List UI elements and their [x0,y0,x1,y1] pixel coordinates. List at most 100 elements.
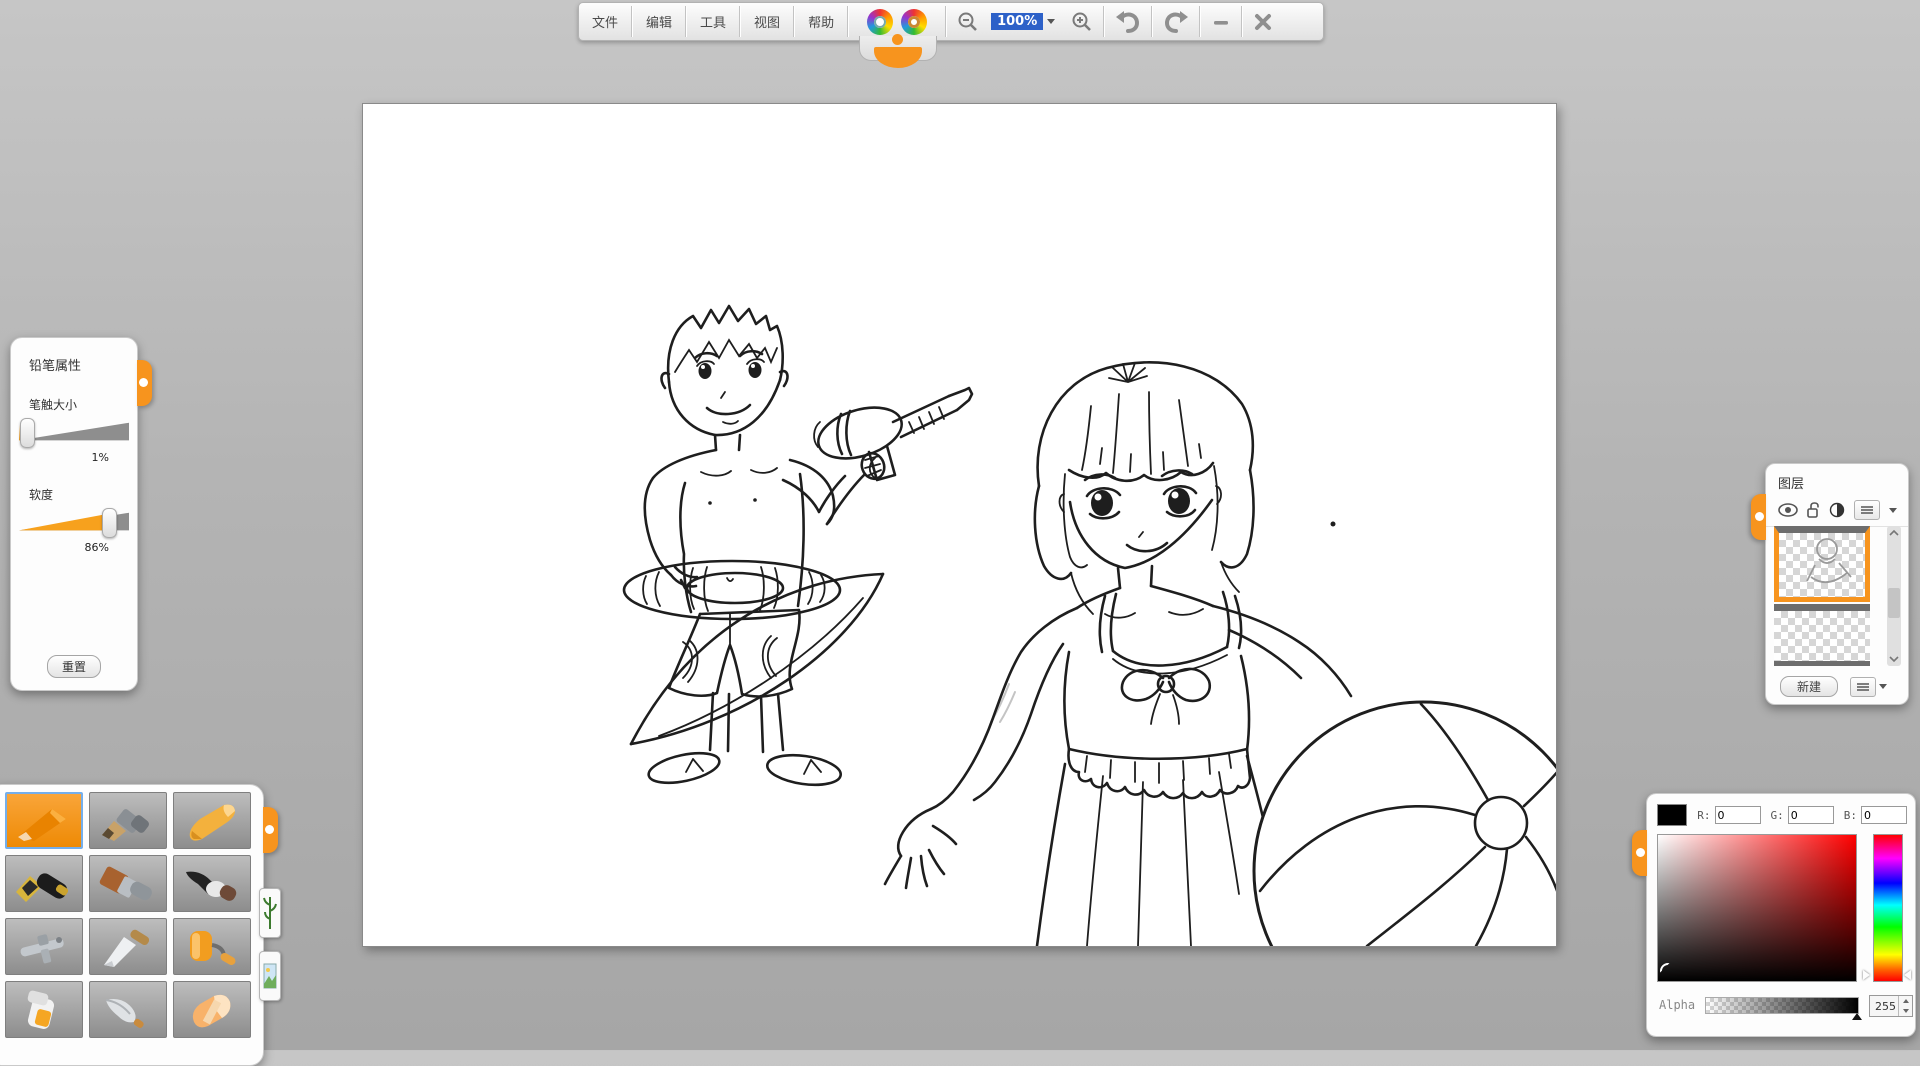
hue-marker-left-icon[interactable] [1863,970,1870,980]
g-input[interactable] [1788,806,1834,824]
layer-menu-caret[interactable] [1889,508,1897,513]
ink-brush-icon [180,862,244,906]
menu-edit[interactable]: 编辑 [633,3,685,40]
tool-airbrush[interactable] [5,918,83,975]
reset-button[interactable]: 重置 [47,655,101,678]
photo-sticker-button[interactable] [259,951,281,1001]
layer-options-button[interactable] [1850,677,1876,697]
slider-knob[interactable] [20,418,35,448]
layer-scrollbar[interactable] [1887,526,1901,666]
zoom-in-button[interactable] [1061,3,1103,40]
tool-paint-roller[interactable] [173,918,251,975]
palette-knife-icon [96,925,160,969]
plant-sticker-button[interactable] [259,888,281,938]
alpha-label: Alpha [1659,998,1695,1012]
panel-handle-icon[interactable] [263,807,278,853]
close-button[interactable] [1243,3,1283,40]
zoom-dropdown-caret[interactable] [1047,19,1055,24]
menu-help[interactable]: 帮助 [795,3,847,40]
tool-eraser[interactable] [173,981,251,1038]
softness-label: 软度 [11,464,137,507]
tool-quill[interactable] [89,981,167,1038]
hue-marker-right-icon[interactable] [1904,970,1911,980]
tool-grid [0,785,263,1038]
redo-icon [1163,10,1189,34]
layer-list [1774,526,1880,666]
panel-handle-icon[interactable] [1751,494,1766,540]
spinner-buttons[interactable] [1898,996,1912,1016]
spin-up-icon[interactable] [1903,999,1909,1003]
layer-item[interactable] [1774,526,1870,602]
pen-nib-icon [12,862,76,906]
saturation-value-picker[interactable] [1657,834,1857,982]
tool-crayon[interactable] [5,792,83,849]
pencil-properties-panel: 铅笔属性 笔触大小 1% 软度 86% 重置 [10,337,138,691]
layer-thumbnail-sketch [1779,533,1865,591]
list-icon [1856,682,1870,692]
layer-blend-icon[interactable] [1829,502,1845,518]
softness-value: 86% [11,537,137,554]
close-icon [1253,12,1273,32]
drawing-canvas[interactable] [362,103,1557,947]
menu-file[interactable]: 文件 [579,3,631,40]
menu-view[interactable]: 视图 [741,3,793,40]
b-label: B: [1844,809,1857,822]
tool-pastel[interactable] [173,792,251,849]
tool-pencil[interactable] [89,792,167,849]
tool-paint-brush[interactable] [89,855,167,912]
r-label: R: [1697,809,1710,822]
eraser-icon [180,988,244,1032]
brush-size-value: 1% [11,447,137,464]
scroll-down-icon[interactable] [1887,654,1901,664]
layers-title: 图层 [1766,464,1908,492]
redo-button[interactable] [1153,3,1199,40]
layer-lock-icon[interactable] [1807,502,1820,518]
alpha-slider[interactable] [1705,997,1859,1014]
tool-pen-nib[interactable] [5,855,83,912]
alpha-spinner[interactable]: 255 [1869,995,1913,1017]
panel-handle-icon[interactable] [1632,830,1647,876]
zoom-out-button[interactable] [947,3,989,40]
brush-size-label: 笔触大小 [11,374,137,417]
undo-button[interactable] [1105,3,1151,40]
scroll-up-icon[interactable] [1887,528,1901,538]
scrollbar-thumb[interactable] [1888,588,1900,618]
undo-icon [1115,10,1141,34]
logo-nose-icon [892,34,903,45]
r-input[interactable] [1715,806,1761,824]
b-input[interactable] [1861,806,1907,824]
pastel-icon [180,799,244,843]
menu-tools[interactable]: 工具 [687,3,739,40]
app-logo [849,3,945,40]
minimize-button[interactable] [1201,3,1241,40]
slider-track [19,421,129,443]
tool-palette-knife[interactable] [89,918,167,975]
tool-ink-brush[interactable] [173,855,251,912]
pencil-icon [96,799,160,843]
color-picker-panel: R: G: B: Alpha 255 [1646,793,1916,1037]
hue-slider[interactable] [1873,834,1903,982]
panel-title: 铅笔属性 [11,338,137,374]
list-icon [1860,505,1874,515]
beach-ball-drawing [1254,702,1556,946]
tool-paint-jar[interactable] [5,981,83,1038]
panel-handle-icon[interactable] [137,360,152,406]
alpha-marker-icon[interactable] [1852,1013,1862,1020]
main-toolbar: 文件 编辑 工具 视图 帮助 100% [578,2,1324,41]
layer-visibility-icon[interactable] [1778,503,1798,517]
stray-dot [1331,522,1336,527]
layer-options-caret[interactable] [1879,684,1887,689]
new-layer-button[interactable]: 新建 [1780,676,1838,697]
paint-jar-icon [12,988,76,1032]
spin-down-icon[interactable] [1903,1009,1909,1013]
zoom-level-display[interactable]: 100% [991,13,1043,30]
sv-marker-icon [1660,963,1676,979]
layer-item[interactable] [1774,604,1870,666]
brush-size-slider[interactable] [19,417,129,447]
layer-menu-button[interactable] [1854,500,1880,520]
slider-knob[interactable] [102,508,117,538]
alpha-gradient [1706,998,1858,1013]
quill-icon [96,988,160,1032]
photo-icon [263,956,277,996]
softness-slider[interactable] [19,507,129,537]
